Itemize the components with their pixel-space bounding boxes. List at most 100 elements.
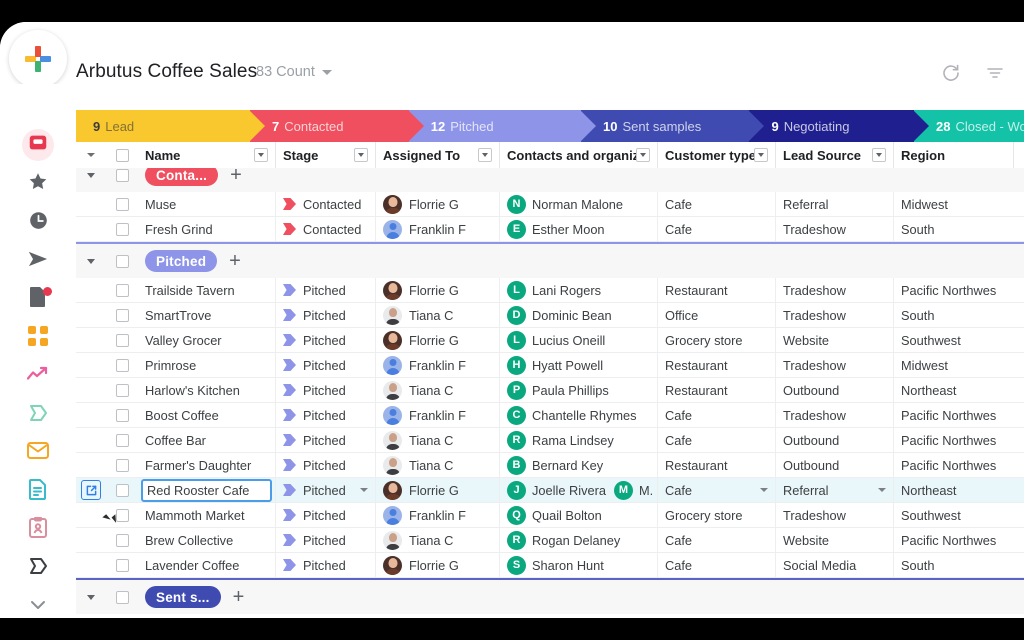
record-count-dropdown[interactable]: 83 Count	[256, 64, 332, 80]
sidebar-item-grid[interactable]	[18, 322, 58, 348]
column-header-ctype[interactable]: Customer type	[658, 142, 776, 168]
cell-contacts[interactable]: E Esther Moon	[500, 216, 658, 242]
cell-assigned-to[interactable]: Franklin F	[376, 502, 500, 528]
column-header-stage[interactable]: Stage	[276, 142, 376, 168]
cell-name[interactable]: Brew Collective	[138, 527, 276, 553]
cell-region[interactable]: Pacific Northwes	[894, 453, 1014, 478]
table-row[interactable]: Lavender Coffee Pitched Florrie G S Sharon H…	[76, 552, 1024, 578]
table-row[interactable]: Mammoth Market Pitched Franklin F Q Quail Bo…	[76, 502, 1024, 528]
cell-assigned-to[interactable]: Franklin F	[376, 216, 500, 242]
row-checkbox[interactable]	[106, 478, 138, 503]
cell-assigned-to[interactable]: Tiana C	[376, 452, 500, 478]
sidebar-item-mail[interactable]	[18, 438, 58, 464]
cell-assigned-to[interactable]: Florrie G	[376, 552, 500, 578]
cell-stage[interactable]: Pitched	[276, 427, 376, 453]
column-filter-icon[interactable]	[636, 148, 650, 162]
cell-lead-source[interactable]: Referral	[776, 477, 894, 503]
cell-region[interactable]: South	[894, 217, 1014, 242]
sidebar-item-clock[interactable]	[18, 207, 58, 233]
cell-assigned-to[interactable]: Florrie G	[376, 477, 500, 503]
cell-contacts[interactable]: L Lani Rogers	[500, 277, 658, 303]
group-chip[interactable]: Pitched	[145, 250, 218, 272]
row-expand-button[interactable]	[76, 478, 106, 503]
cell-region[interactable]: Northeast	[894, 378, 1014, 403]
row-checkbox[interactable]	[106, 278, 138, 303]
cell-name[interactable]: Valley Grocer	[138, 327, 276, 353]
cell-customer-type[interactable]: Cafe	[658, 191, 776, 217]
table-row[interactable]: Farmer's Daughter Pitched Tiana C B Bernard …	[76, 452, 1024, 478]
cell-lead-source[interactable]: Outbound	[776, 377, 894, 403]
row-checkbox[interactable]	[106, 303, 138, 328]
cell-customer-type[interactable]: Grocery store	[658, 327, 776, 353]
cell-customer-type[interactable]: Grocery store	[658, 502, 776, 528]
row-checkbox[interactable]	[106, 453, 138, 478]
sidebar-item-trend-up[interactable]	[18, 361, 58, 387]
name-input[interactable]: Red Rooster Cafe	[141, 478, 272, 502]
cell-lead-source[interactable]: Tradeshow	[776, 402, 894, 428]
row-checkbox[interactable]	[106, 328, 138, 353]
group-add-row-button[interactable]: +	[229, 251, 241, 271]
sidebar-item-file-text[interactable]	[18, 476, 58, 502]
cell-name[interactable]: Lavender Coffee	[138, 552, 276, 578]
cell-lead-source[interactable]: Tradeshow	[776, 352, 894, 378]
row-checkbox[interactable]	[106, 378, 138, 403]
cell-name[interactable]: Muse	[138, 191, 276, 217]
cell-contacts[interactable]: B Bernard Key	[500, 452, 658, 478]
sidebar-item-flag[interactable]	[18, 399, 58, 425]
cell-stage[interactable]: Pitched	[276, 527, 376, 553]
cell-region[interactable]: South	[894, 303, 1014, 328]
row-checkbox[interactable]	[106, 553, 138, 578]
cell-contacts[interactable]: R Rama Lindsey	[500, 427, 658, 453]
cell-region[interactable]: Southwest	[894, 503, 1014, 528]
cell-region[interactable]: Pacific Northwes	[894, 528, 1014, 553]
cell-stage[interactable]: Pitched	[276, 477, 376, 503]
select-all-checkbox[interactable]	[106, 142, 138, 168]
cell-region[interactable]: Pacific Northwes	[894, 403, 1014, 428]
row-checkbox[interactable]	[106, 403, 138, 428]
cell-assigned-to[interactable]: Tiana C	[376, 302, 500, 328]
table-row[interactable]: Harlow's Kitchen Pitched Tiana C P Paula Phi…	[76, 377, 1024, 403]
column-filter-icon[interactable]	[872, 148, 886, 162]
sidebar-item-inbox[interactable]	[18, 128, 58, 162]
cell-contacts[interactable]: R Rogan Delaney	[500, 527, 658, 553]
table-row[interactable]: Primrose Pitched Franklin F H Hyatt Powell Re…	[76, 352, 1024, 378]
group-add-row-button[interactable]: +	[233, 587, 245, 607]
pipeline-stage-lead[interactable]: 9 Lead	[76, 110, 265, 142]
cell-stage[interactable]: Pitched	[276, 327, 376, 353]
cell-contacts[interactable]: C Chantelle Rhymes	[500, 402, 658, 428]
cell-customer-type[interactable]: Cafe	[658, 402, 776, 428]
cell-lead-source[interactable]: Tradeshow	[776, 216, 894, 242]
cell-assigned-to[interactable]: Tiana C	[376, 377, 500, 403]
cell-lead-source[interactable]: Social Media	[776, 552, 894, 578]
cell-stage[interactable]: Pitched	[276, 302, 376, 328]
pipeline-stage-sent-samples[interactable]: 10 Sent samples	[581, 110, 765, 142]
cell-customer-type[interactable]: Cafe	[658, 552, 776, 578]
cell-lead-source[interactable]: Tradeshow	[776, 502, 894, 528]
pipeline-stage-closed-wo[interactable]: 28 Closed - Wo	[914, 110, 1024, 142]
pipeline-stage-negotiating[interactable]: 9 Negotiating	[749, 110, 929, 142]
table-row[interactable]: Muse Contacted Florrie G N Norman Malone Cafe…	[76, 191, 1024, 217]
cell-name[interactable]: Boost Coffee	[138, 402, 276, 428]
cell-contacts[interactable]: P Paula Phillips	[500, 377, 658, 403]
cell-contacts[interactable]: N Norman Malone	[500, 191, 658, 217]
cell-region[interactable]: Pacific Northwes	[894, 428, 1014, 453]
cell-stage[interactable]: Pitched	[276, 377, 376, 403]
group-select-checkbox[interactable]	[106, 580, 138, 614]
table-row[interactable]: Red Rooster Cafe Pitched Florrie G J Joelle …	[76, 477, 1024, 503]
cell-customer-type[interactable]: Restaurant	[658, 377, 776, 403]
cell-assigned-to[interactable]: Tiana C	[376, 527, 500, 553]
row-checkbox[interactable]	[106, 192, 138, 217]
cell-contacts[interactable]: H Hyatt Powell	[500, 352, 658, 378]
chevron-down-icon[interactable]	[360, 488, 368, 492]
cell-region[interactable]: Northeast	[894, 478, 1014, 503]
cell-name[interactable]: Farmer's Daughter	[138, 452, 276, 478]
sidebar-item-chevron-down[interactable]	[18, 592, 58, 618]
cell-name[interactable]: Primrose	[138, 352, 276, 378]
cell-customer-type[interactable]: Cafe	[658, 527, 776, 553]
table-row[interactable]: Brew Collective Pitched Tiana C R Rogan Dela…	[76, 527, 1024, 553]
cell-region[interactable]: Midwest	[894, 353, 1014, 378]
cell-name[interactable]: Red Rooster Cafe	[138, 477, 276, 503]
cell-assigned-to[interactable]: Tiana C	[376, 427, 500, 453]
cell-name[interactable]: SmartTrove	[138, 302, 276, 328]
column-header-source[interactable]: Lead Source	[776, 142, 894, 168]
